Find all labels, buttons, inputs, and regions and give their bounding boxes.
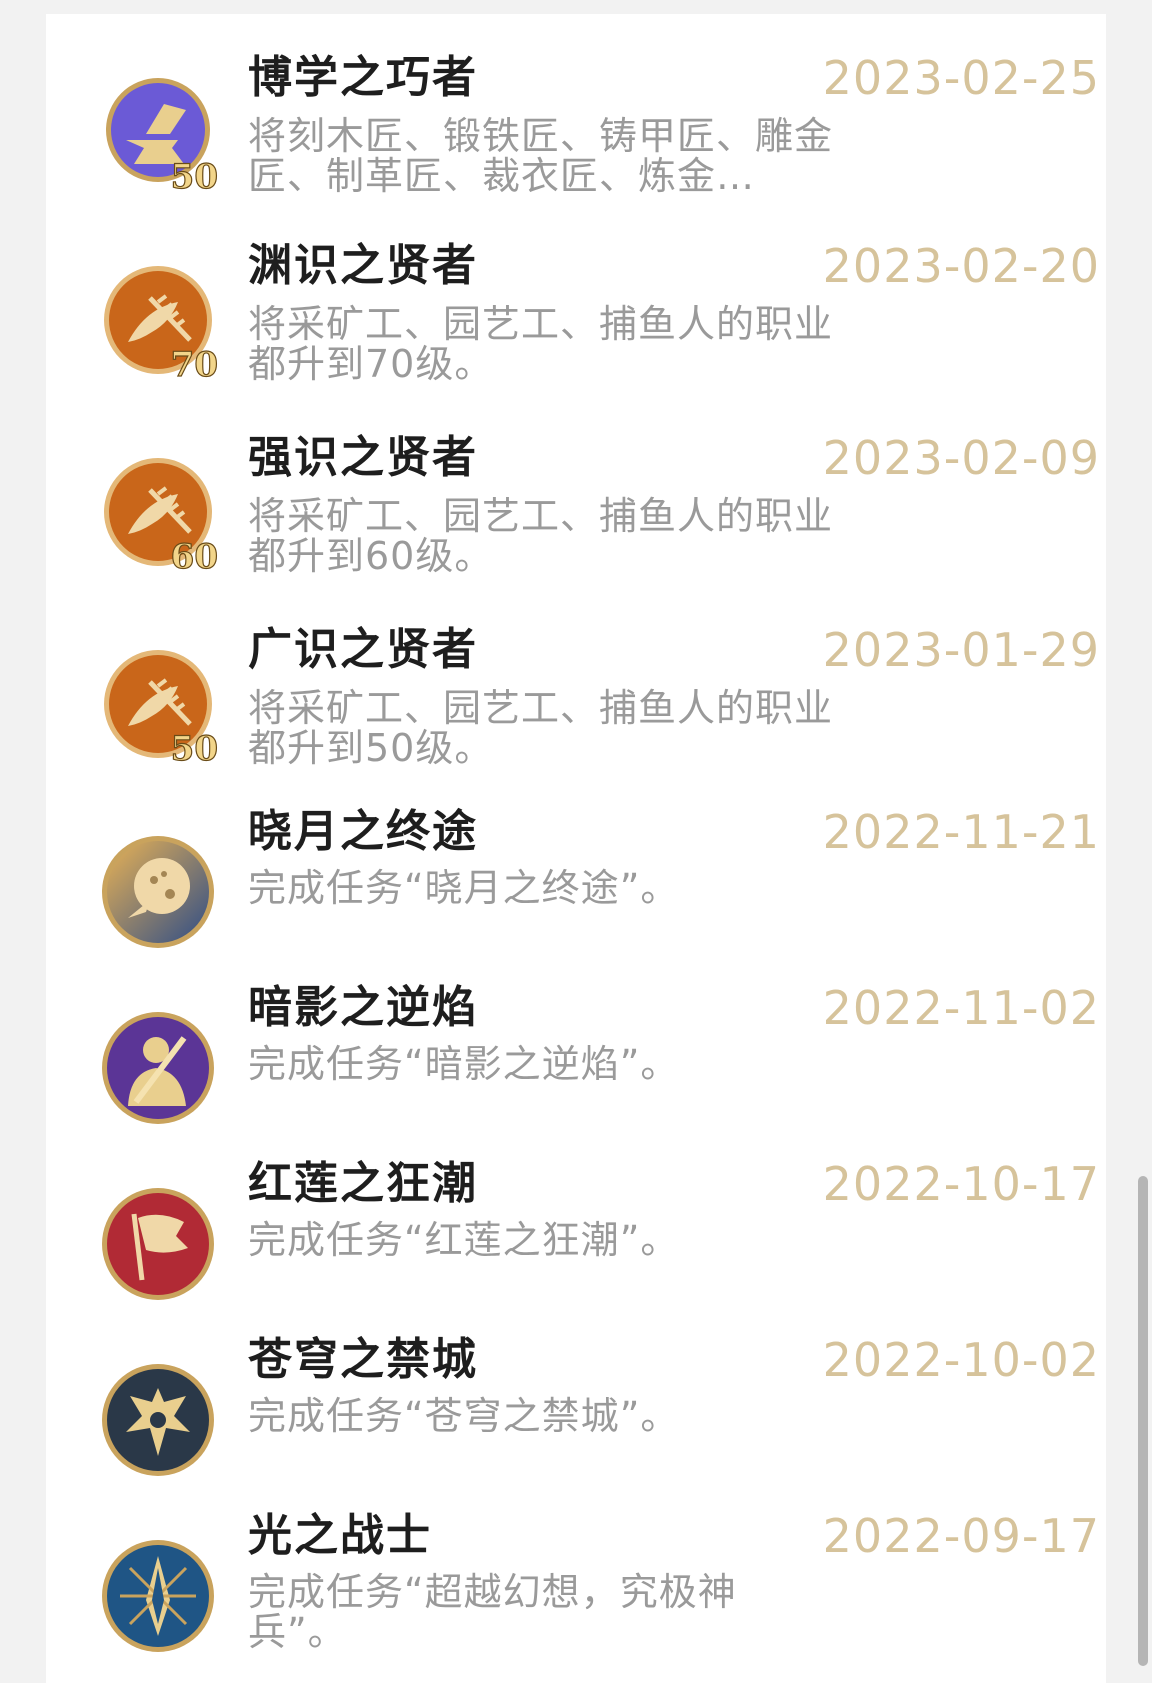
- achievement-desc: 将采矿工、园艺工、捕鱼人的职业都升到70级。: [248, 302, 834, 386]
- achievement-desc: 完成任务“苍穹之禁城”。: [248, 1394, 680, 1438]
- fish-wheat-icon: 70: [100, 262, 222, 384]
- achievement-title: 红莲之狂潮: [248, 1158, 478, 1209]
- achievement-title: 博学之巧者: [248, 52, 478, 103]
- achievement-list: 50 博学之巧者 2023-02-25 将刻木匠、锻铁匠、铸甲匠、雕金匠、制革匠…: [46, 14, 1106, 1683]
- achievement-date: 2023-02-20: [822, 239, 1100, 293]
- achievement-date: 2023-02-25: [822, 51, 1100, 105]
- achievement-desc: 将采矿工、园艺工、捕鱼人的职业都升到50级。: [248, 686, 834, 770]
- moon-icon: [100, 834, 222, 956]
- achievement-title: 晓月之终途: [248, 806, 478, 857]
- level-badge: 60: [171, 537, 218, 576]
- achievement-title: 渊识之贤者: [248, 240, 478, 291]
- dragon-icon: [100, 1362, 222, 1484]
- achievement-date: 2022-10-17: [822, 1157, 1100, 1211]
- banner-icon: [100, 1186, 222, 1308]
- achievement-title: 光之战士: [248, 1510, 432, 1561]
- warrior-icon: [100, 1010, 222, 1132]
- achievement-title: 广识之贤者: [248, 624, 478, 675]
- achievement-date: 2022-09-17: [822, 1509, 1100, 1563]
- achievement-title: 苍穹之禁城: [248, 1334, 478, 1385]
- level-badge: 50: [171, 729, 218, 768]
- achievement-desc: 完成任务“红莲之狂潮”。: [248, 1218, 680, 1262]
- achievement-desc: 完成任务“晓月之终途”。: [248, 866, 680, 910]
- achievement-date: 2023-02-09: [822, 431, 1100, 485]
- level-badge: 50: [171, 157, 218, 196]
- level-badge: 70: [171, 345, 218, 384]
- achievement-desc: 完成任务“暗影之逆焰”。: [248, 1042, 680, 1086]
- achievement-desc: 完成任务“超越幻想，究极神兵”。: [248, 1570, 737, 1654]
- crystal-icon: [100, 1538, 222, 1660]
- fish-wheat-icon: 60: [100, 454, 222, 576]
- achievement-date: 2023-01-29: [822, 623, 1100, 677]
- achievement-date: 2022-11-02: [822, 981, 1100, 1035]
- achievement-date: 2022-11-21: [822, 805, 1100, 859]
- achievement-desc: 将刻木匠、锻铁匠、铸甲匠、雕金匠、制革匠、裁衣匠、炼金…: [248, 116, 834, 196]
- achievement-date: 2022-10-02: [822, 1333, 1100, 1387]
- anvil-icon: 50: [100, 74, 222, 196]
- achievement-desc: 将采矿工、园艺工、捕鱼人的职业都升到60级。: [248, 494, 834, 578]
- scrollbar[interactable]: [1138, 1176, 1148, 1666]
- fish-wheat-icon: 50: [100, 646, 222, 768]
- achievement-title: 强识之贤者: [248, 432, 478, 483]
- achievement-title: 暗影之逆焰: [248, 982, 478, 1033]
